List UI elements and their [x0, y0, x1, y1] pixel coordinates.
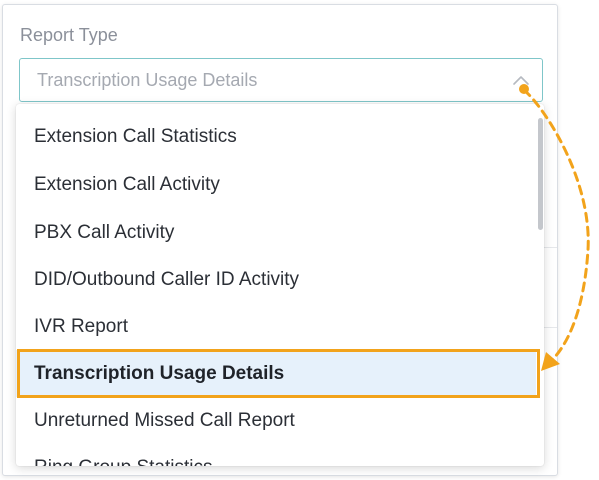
option-did-outbound-caller-id-activity[interactable]: DID/Outbound Caller ID Activity — [16, 256, 536, 303]
report-type-select-value: Transcription Usage Details — [37, 70, 258, 90]
background-row-divider — [543, 247, 557, 248]
option-extension-call-statistics[interactable]: Extension Call Statistics — [16, 113, 536, 160]
chevron-up-icon — [513, 76, 529, 85]
option-extension-call-activity[interactable]: Extension Call Activity — [16, 161, 536, 208]
dropdown-scrollbar[interactable] — [538, 118, 543, 230]
option-unreturned-missed-call-report[interactable]: Unreturned Missed Call Report — [16, 397, 536, 444]
option-ivr-report[interactable]: IVR Report — [16, 303, 536, 350]
option-ring-group-statistics[interactable]: Ring Group Statistics — [16, 444, 536, 466]
report-type-dropdown: Extension Call Statistics Extension Call… — [16, 104, 544, 466]
background-row-divider — [543, 327, 557, 328]
option-transcription-usage-details[interactable]: Transcription Usage Details — [16, 350, 536, 397]
option-pbx-call-activity[interactable]: PBX Call Activity — [16, 209, 536, 256]
report-type-select[interactable]: Transcription Usage Details — [19, 58, 543, 102]
report-type-label: Report Type — [20, 25, 118, 45]
